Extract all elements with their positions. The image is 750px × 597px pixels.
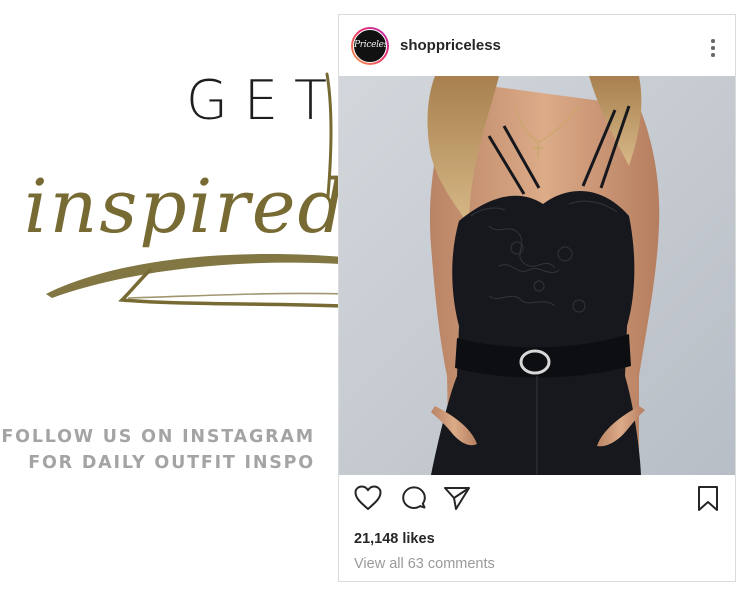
avatar-logo-text: Priceless: [354, 40, 386, 50]
instagram-post-card: Priceless shoppriceless: [338, 14, 736, 582]
avatar-logo: Priceless: [353, 29, 387, 63]
brush-swash-loop: [118, 268, 344, 308]
heart-icon[interactable]: [354, 485, 382, 511]
cta-line-2: FOR DAILY OUTFIT INSPO: [28, 453, 315, 473]
brush-swash-top: [46, 254, 345, 298]
bookmark-icon[interactable]: [696, 485, 720, 513]
likes-count[interactable]: 21,148 likes: [354, 531, 435, 547]
view-comments-link[interactable]: View all 63 comments: [354, 556, 495, 572]
paper-plane-icon[interactable]: [443, 485, 471, 511]
more-options-icon[interactable]: [711, 39, 715, 60]
promo-panel: GET inspired FOLLOW US ON INSTAGRAM FOR …: [0, 0, 345, 597]
fashion-photo-illustration: [339, 76, 735, 475]
inspired-script-word: inspired: [24, 164, 345, 250]
brush-swash-thin: [127, 292, 345, 299]
cta-line-1: FOLLOW US ON INSTAGRAM: [1, 427, 315, 447]
post-photo[interactable]: [339, 76, 735, 475]
post-header: Priceless shoppriceless: [339, 15, 735, 76]
inspired-script-art: inspired: [24, 72, 345, 308]
avatar[interactable]: Priceless: [351, 27, 389, 65]
post-username[interactable]: shoppriceless: [400, 37, 501, 54]
post-actions-bar: [339, 485, 735, 515]
comment-icon[interactable]: [400, 485, 428, 513]
